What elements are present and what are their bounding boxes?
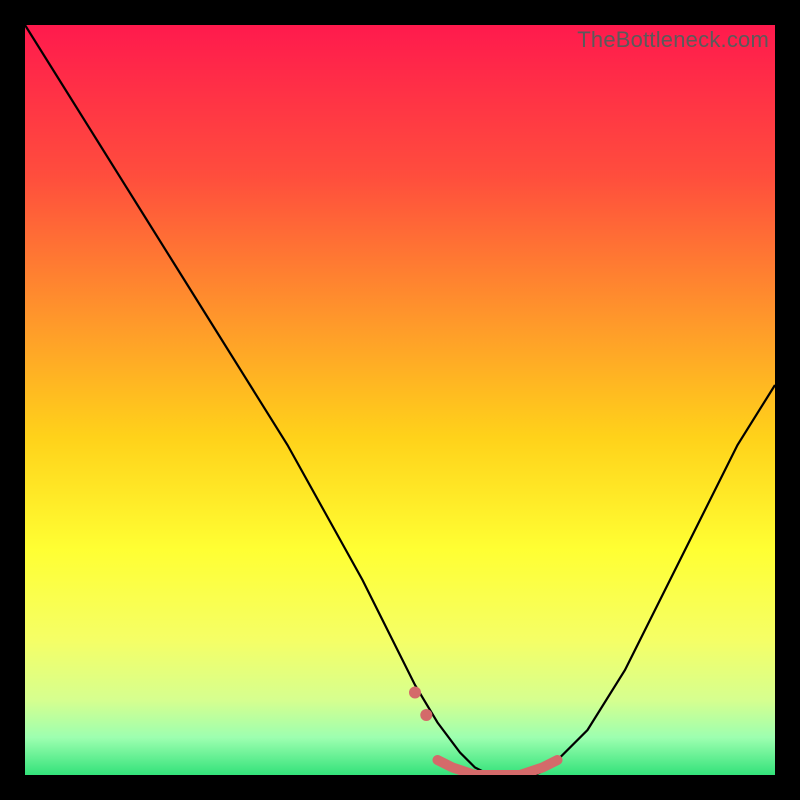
bottleneck-curve <box>25 25 775 775</box>
watermark-label: TheBottleneck.com <box>577 27 769 53</box>
chart-frame: TheBottleneck.com <box>25 25 775 775</box>
plot-area <box>25 25 775 775</box>
